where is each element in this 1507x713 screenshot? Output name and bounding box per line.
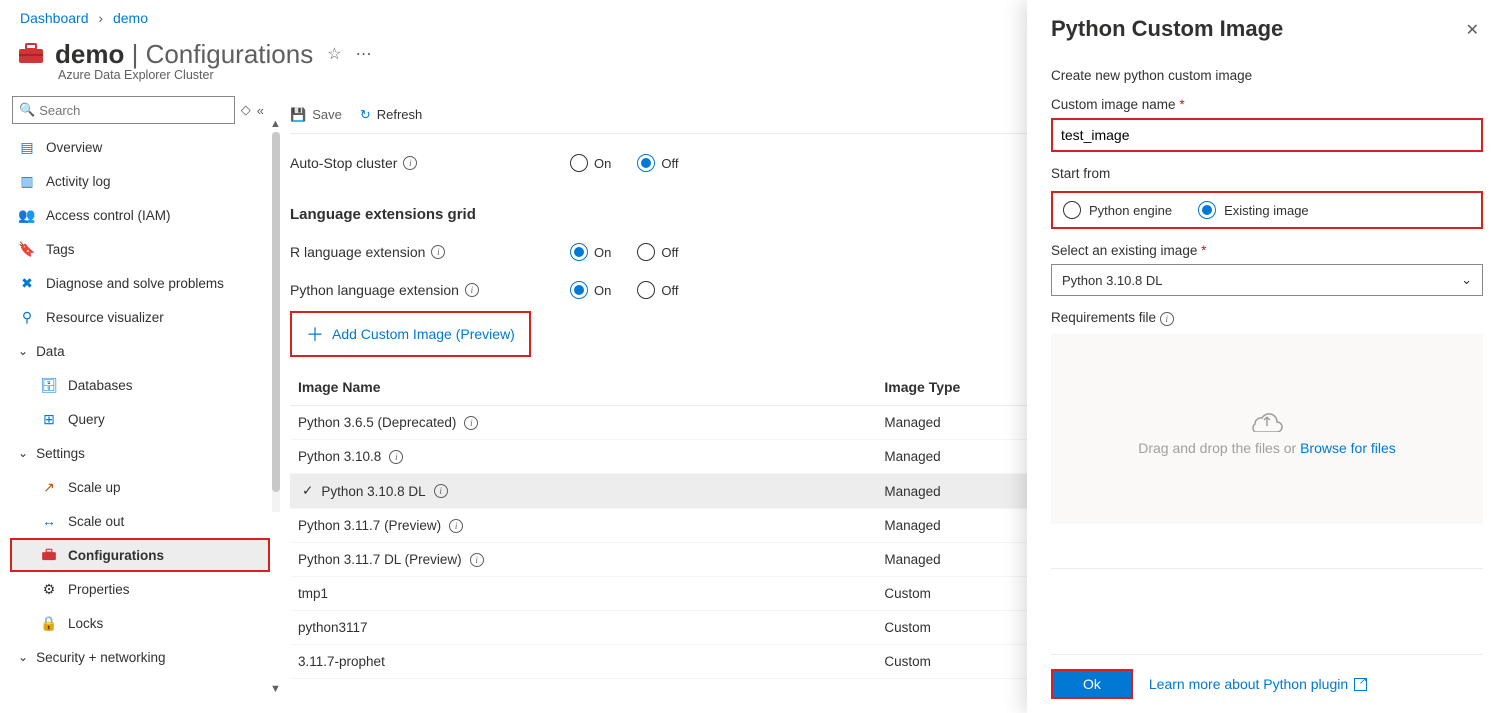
nav-scaleup[interactable]: ↗Scale up xyxy=(12,470,270,504)
nav-visualizer[interactable]: ⚲Resource visualizer xyxy=(12,300,270,334)
scaleout-icon: ↔ xyxy=(40,512,58,530)
startfrom-radio-group: Python engine Existing image xyxy=(1051,191,1483,229)
info-icon[interactable]: i xyxy=(470,553,484,567)
more-icon[interactable]: ⋯ xyxy=(356,44,372,64)
info-icon[interactable]: i xyxy=(465,283,479,297)
info-icon[interactable]: i xyxy=(464,416,478,430)
scaleup-icon: ↗ xyxy=(40,478,58,496)
upload-icon xyxy=(1247,402,1287,432)
info-icon[interactable]: i xyxy=(434,484,448,498)
external-link-icon xyxy=(1354,678,1367,691)
nav-diagnose[interactable]: ✖Diagnose and solve problems xyxy=(12,266,270,300)
save-button[interactable]: 💾Save xyxy=(290,107,342,123)
panel-subtitle: Create new python custom image xyxy=(1051,68,1483,83)
learn-more-link[interactable]: Learn more about Python plugin xyxy=(1149,676,1367,692)
autostop-on[interactable] xyxy=(570,154,588,172)
browse-link[interactable]: Browse for files xyxy=(1300,440,1396,456)
ok-button[interactable]: Ok xyxy=(1051,669,1133,699)
file-dropzone[interactable]: Drag and drop the files or Browse for fi… xyxy=(1051,334,1483,524)
col-name[interactable]: Image Name xyxy=(290,369,876,406)
add-custom-image-button[interactable]: ＋ Add Custom Image (Preview) xyxy=(290,311,531,357)
autostop-off[interactable] xyxy=(637,154,655,172)
save-icon: 💾 xyxy=(290,107,306,123)
sidebar: 🔍 ◇ « ▲ ▤Overview ▥Activity log 👥Access … xyxy=(0,96,270,699)
rlang-off[interactable] xyxy=(637,243,655,261)
name-label: Custom image name * xyxy=(1051,97,1483,112)
search-icon: 🔍 xyxy=(19,102,35,118)
database-icon: 🗄 xyxy=(40,376,58,394)
nav-overview[interactable]: ▤Overview xyxy=(12,130,270,164)
pylang-on[interactable] xyxy=(570,281,588,299)
reqfile-label: Requirements file i xyxy=(1051,310,1483,326)
scrollbar[interactable] xyxy=(272,132,280,512)
check-icon: ✓ xyxy=(302,483,313,499)
pylang-off[interactable] xyxy=(637,281,655,299)
nav-activity[interactable]: ▥Activity log xyxy=(12,164,270,198)
wrench-icon: ✖ xyxy=(18,274,36,292)
nav-security-group[interactable]: ⌄Security + networking xyxy=(12,640,270,674)
refresh-icon: ↻ xyxy=(360,107,371,123)
query-icon: ⊞ xyxy=(40,410,58,428)
nav-tags[interactable]: 🔖Tags xyxy=(12,232,270,266)
overview-icon: ▤ xyxy=(18,138,36,156)
radio-existing-image[interactable] xyxy=(1198,201,1216,219)
radio-python-engine[interactable] xyxy=(1063,201,1081,219)
nav-settings-group[interactable]: ⌄Settings xyxy=(12,436,270,470)
breadcrumb-current[interactable]: demo xyxy=(113,10,148,26)
side-panel: Python Custom Image ✕ Create new python … xyxy=(1027,0,1507,713)
expand-icon[interactable]: ◇ xyxy=(241,102,251,118)
nav-configurations[interactable]: Configurations xyxy=(10,538,270,572)
nav-data-group[interactable]: ⌄Data xyxy=(12,334,270,368)
nav-locks[interactable]: 🔒Locks xyxy=(12,606,270,640)
chevron-down-icon: ⌄ xyxy=(1461,272,1472,288)
breadcrumb-sep: › xyxy=(98,10,103,26)
breadcrumb-root[interactable]: Dashboard xyxy=(20,10,89,26)
nav-properties[interactable]: ⚙Properties xyxy=(12,572,270,606)
nav-databases[interactable]: 🗄Databases xyxy=(12,368,270,402)
startfrom-label: Start from xyxy=(1051,166,1483,181)
scroll-up-icon[interactable]: ▲ xyxy=(270,118,281,130)
people-icon: 👥 xyxy=(18,206,36,224)
lock-icon: 🔒 xyxy=(40,614,58,632)
chevron-down-icon: ⌄ xyxy=(18,446,28,460)
search-input[interactable]: 🔍 xyxy=(12,96,235,124)
tag-icon: 🔖 xyxy=(18,240,36,258)
image-name-input[interactable] xyxy=(1051,118,1483,152)
select-label: Select an existing image * xyxy=(1051,243,1483,258)
page-title: demo | Configurations xyxy=(55,39,313,70)
gear-icon: ⚙ xyxy=(40,580,58,598)
info-icon[interactable]: i xyxy=(403,156,417,170)
collapse-icon[interactable]: « xyxy=(257,103,264,118)
nav-scaleout[interactable]: ↔Scale out xyxy=(12,504,270,538)
info-icon[interactable]: i xyxy=(449,519,463,533)
chevron-down-icon: ⌄ xyxy=(18,650,28,664)
toolbox-icon xyxy=(40,546,58,564)
toolbox-icon xyxy=(15,38,47,70)
info-icon[interactable]: i xyxy=(431,245,445,259)
log-icon: ▥ xyxy=(18,172,36,190)
close-icon[interactable]: ✕ xyxy=(1462,16,1483,44)
favorite-icon[interactable]: ☆ xyxy=(327,44,341,64)
graph-icon: ⚲ xyxy=(18,308,36,326)
panel-title: Python Custom Image xyxy=(1051,16,1283,42)
nav-list: ▤Overview ▥Activity log 👥Access control … xyxy=(12,130,270,674)
info-icon[interactable]: i xyxy=(1160,312,1174,326)
scroll-down-icon[interactable]: ▼ xyxy=(270,683,281,695)
nav-query[interactable]: ⊞Query xyxy=(12,402,270,436)
plus-icon: ＋ xyxy=(306,321,324,347)
existing-image-select[interactable]: Python 3.10.8 DL ⌄ xyxy=(1051,264,1483,296)
refresh-button[interactable]: ↻Refresh xyxy=(360,107,422,123)
chevron-down-icon: ⌄ xyxy=(18,344,28,358)
nav-iam[interactable]: 👥Access control (IAM) xyxy=(12,198,270,232)
info-icon[interactable]: i xyxy=(389,450,403,464)
rlang-on[interactable] xyxy=(570,243,588,261)
